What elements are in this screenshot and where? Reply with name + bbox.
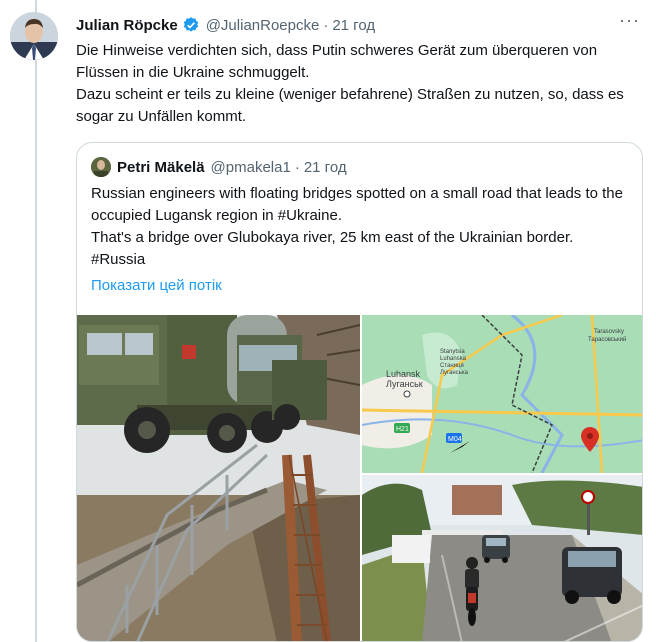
map-label-stanytsia: Stanytsia [440,349,465,355]
author-name[interactable]: Julian Röpcke [76,17,178,34]
quote-author-name[interactable]: Petri Mäkelä [117,159,205,176]
media-grid: H21 M04 Luhansk Луганськ Stanytsia Luhan… [77,315,642,641]
quote-header: Petri Mäkelä @pmakela1 · 21 год [91,157,347,177]
map-label-luhansk-ru: Луганськ [386,379,423,389]
tweet-header: Julian Röpcke @JulianRoepcke · 21 год [76,14,636,36]
author-handle[interactable]: @JulianRoepcke [206,17,320,34]
quote-text-line: That's a bridge over Glubokaya river, 25… [91,229,574,268]
verified-badge-icon [182,16,200,34]
tweet-time[interactable]: 21 год [332,17,375,34]
quote-text-line: Russian engineers with floating bridges … [91,185,623,224]
tweet-text: Die Hinweise verdichten sich, dass Putin… [76,40,636,128]
map-label-stanytsia: Luhanska [440,356,467,362]
quote-time: 21 год [303,158,347,176]
map-label-stanytsia: Станиця [440,363,464,369]
quote-author-handle[interactable]: @pmakela1 [211,159,291,176]
more-options-icon[interactable]: ··· [619,10,640,31]
photo-trucks-on-bridge[interactable] [77,315,360,641]
quote-author-avatar[interactable] [91,157,111,177]
header-separator: · [323,16,329,34]
quoted-tweet[interactable]: Petri Mäkelä @pmakela1 · 21 год Russian … [76,142,643,642]
road-label: H21 [396,426,409,433]
photo-street-view[interactable] [362,475,642,641]
quote-header-separator: · [294,158,300,176]
thread-line [35,0,37,642]
tweet-text-line: Die Hinweise verdichten sich, dass Putin… [76,42,598,81]
map-label-stanytsia: Луганська [440,370,469,376]
map-image[interactable]: H21 M04 Luhansk Луганськ Stanytsia Luhan… [362,315,642,473]
map-label-tarasovsky-ru: Тарасовський [588,336,626,343]
show-thread-link[interactable]: Показати цей потік [91,277,222,294]
road-label: M04 [448,436,462,443]
author-avatar[interactable] [10,12,58,60]
tweet-text-line: Dazu scheint er teils zu kleine (weniger… [76,86,624,125]
map-label-tarasovsky: Tarasovsky [594,329,624,335]
quote-text: Russian engineers with floating bridges … [91,183,631,271]
map-label-luhansk: Luhansk [386,369,421,379]
